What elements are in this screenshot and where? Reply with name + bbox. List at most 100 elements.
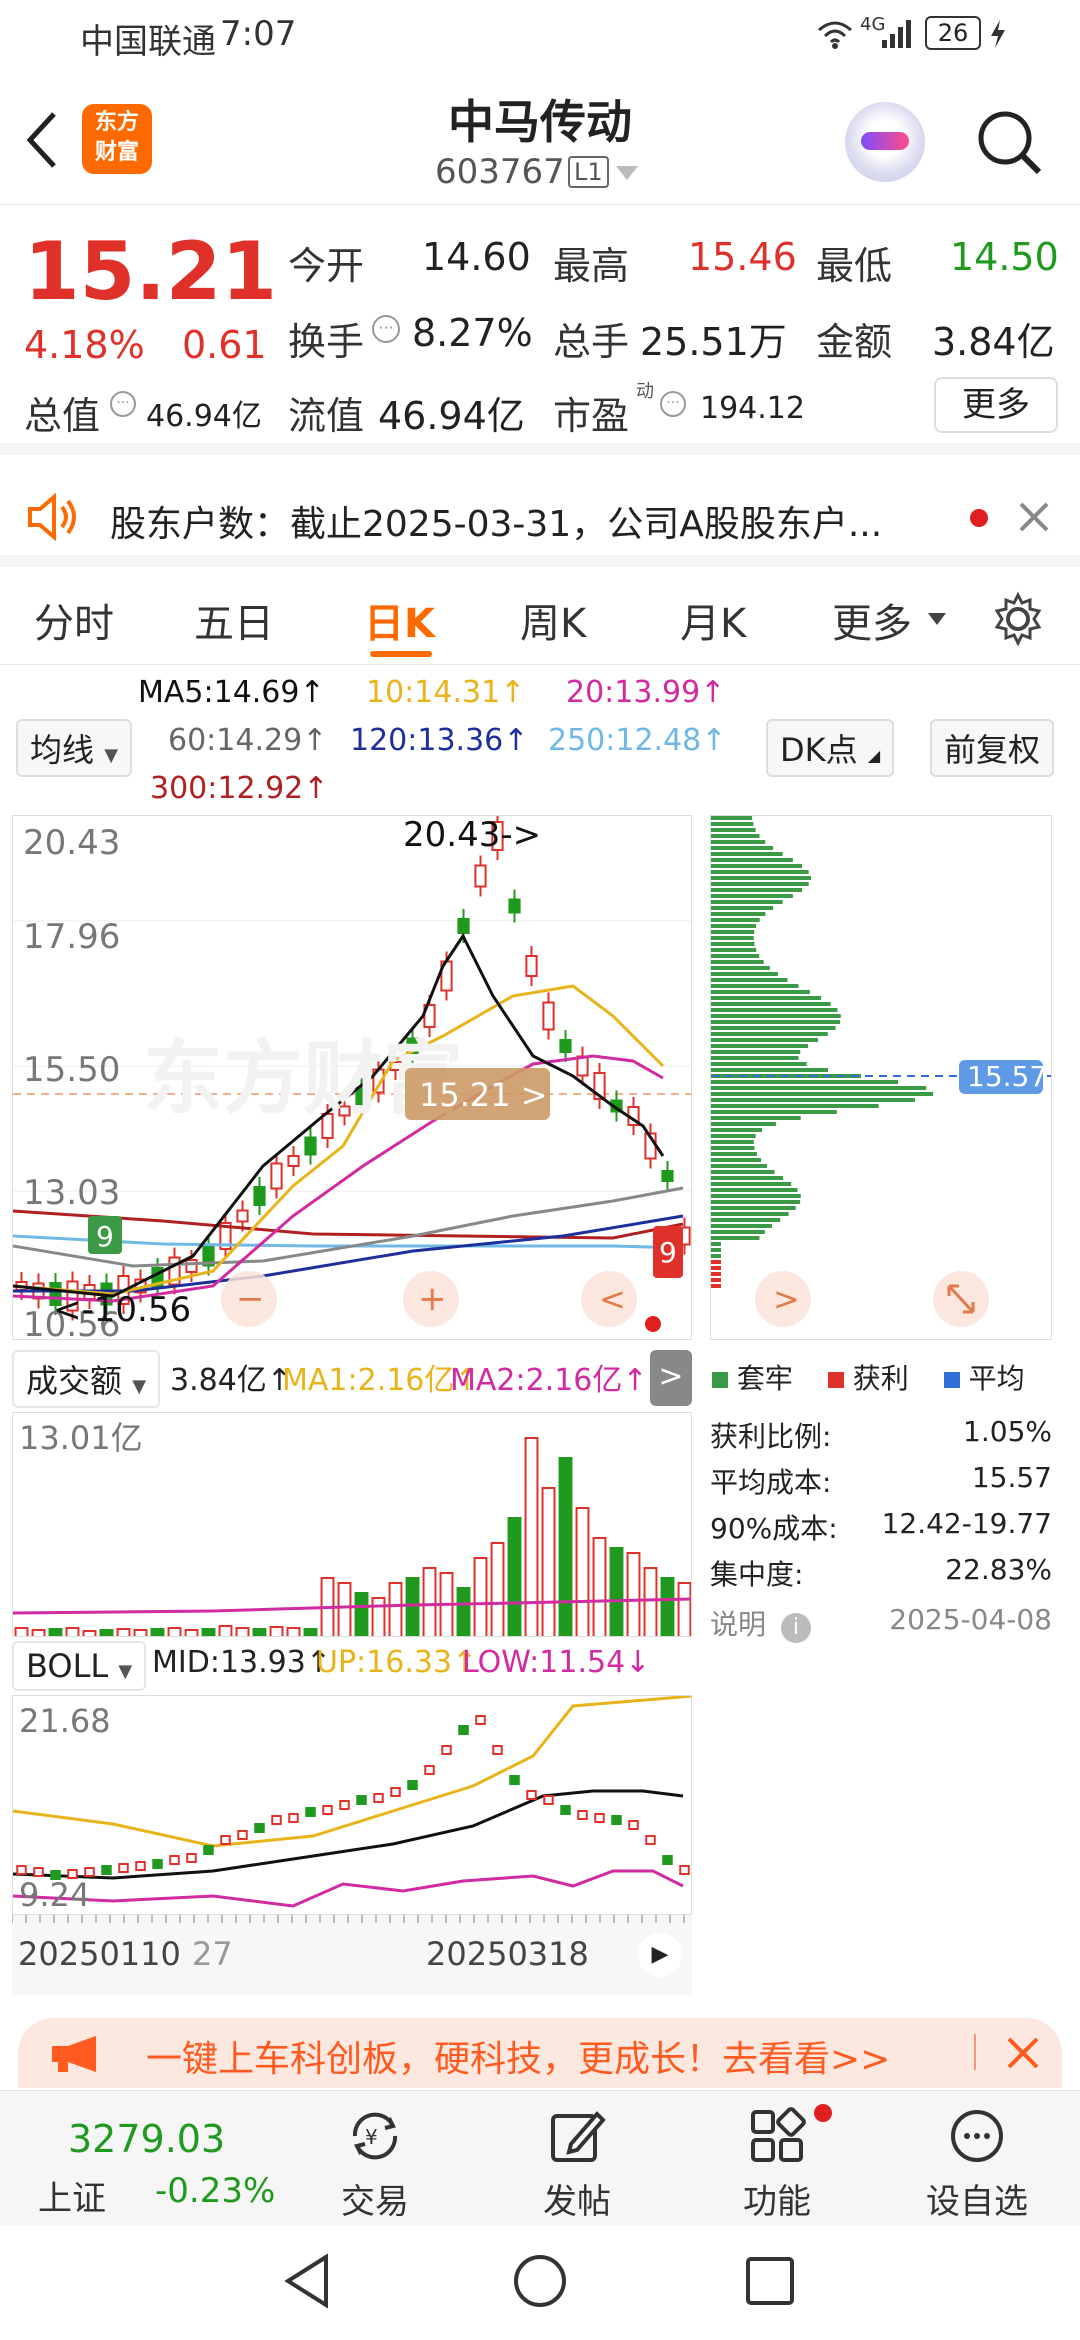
chip-bar <box>711 990 810 994</box>
nav-post[interactable]: 发帖 <box>512 2106 642 2223</box>
last-price: 15.21 <box>24 225 278 318</box>
nav-functions-label: 功能 <box>743 2182 811 2222</box>
volume-bar <box>541 1487 556 1636</box>
chip-bar <box>711 1020 841 1024</box>
kline-panel[interactable]: 20.43 17.96 15.50 13.03 10.56 20.43-> <-… <box>12 815 692 1340</box>
boll-candle <box>118 1863 129 1873</box>
index-name[interactable]: 上证 <box>38 2171 106 2220</box>
open-value: 14.60 <box>422 235 531 279</box>
adjust-button[interactable]: 前复权 <box>930 719 1055 777</box>
tab-weekly-k[interactable]: 周K <box>520 591 586 649</box>
info-icon[interactable]: ··· <box>372 315 400 343</box>
indicator-select[interactable]: 均线 ▼ <box>16 719 133 777</box>
tab-five-day[interactable]: 五日 <box>194 591 274 649</box>
volume-bar <box>14 1627 29 1636</box>
chip-bar <box>711 1098 916 1102</box>
volume-chart: 13.01亿 <box>13 1419 691 1636</box>
chip-bar <box>711 1014 841 1018</box>
chip-bar <box>711 1146 755 1150</box>
nav-trade[interactable]: ¥ 交易 <box>310 2106 440 2223</box>
volume-bar <box>592 1537 607 1636</box>
index-change[interactable]: -0.23% <box>155 2171 275 2211</box>
clock: 7:07 <box>220 14 297 54</box>
boll-candle <box>543 1795 554 1805</box>
chip-bar <box>711 1038 819 1042</box>
settings-gear-icon[interactable] <box>990 591 1046 647</box>
volume-bar <box>473 1557 488 1636</box>
high-label: 最高 <box>553 244 630 288</box>
home-circle-icon[interactable] <box>512 2253 568 2309</box>
more-circle-icon <box>951 2110 1003 2162</box>
notice-bar[interactable]: 股东户数：截止2025-03-31，公司A股股东户... <box>0 467 1080 567</box>
close-icon[interactable] <box>1006 2036 1040 2070</box>
boll-panel[interactable]: 21.68 9.24 <box>12 1695 692 1915</box>
volume-y-label: 13.01亿 <box>19 1419 143 1457</box>
promo-banner[interactable]: 一键上车科创板，硬科技，更成长！去看看>> <box>18 2018 1062 2088</box>
charging-icon <box>991 20 1005 48</box>
dropdown-icon <box>928 613 946 625</box>
volume-panel[interactable]: 13.01亿 <box>12 1412 692 1637</box>
promo-text: 一键上车科创板，硬科技，更成长！去看看>> <box>146 2039 891 2080</box>
chip-bar <box>711 864 803 868</box>
chip-bar <box>711 1272 721 1276</box>
dk-point-button[interactable]: DK点 ◢ <box>766 719 895 777</box>
volume-value: 3.84亿↑ <box>170 1363 292 1398</box>
play-icon[interactable]: ▶ <box>638 1933 682 1977</box>
boll-candle <box>305 1807 316 1817</box>
boll-candle <box>679 1865 690 1875</box>
volume-bar <box>422 1567 437 1636</box>
volume-bar <box>337 1582 352 1636</box>
back-icon[interactable] <box>22 110 62 170</box>
boll-candle <box>288 1813 299 1823</box>
chip-bar <box>711 1170 775 1174</box>
chip-bar <box>711 1182 792 1186</box>
cost-tag: 15.57 <box>967 1060 1047 1093</box>
price-tag[interactable]: 15.21 > <box>419 1076 548 1114</box>
chip-note-row: 说明 i 2025-04-08 <box>710 1603 1052 1653</box>
candle-body <box>525 955 538 977</box>
info-icon[interactable]: ··· <box>110 391 136 417</box>
mktcap-value: 46.94亿 <box>146 399 262 434</box>
wifi-icon <box>818 21 852 49</box>
header: 东方 财富 中马传动 603767 L1 <box>0 70 1080 205</box>
tab-daily-k[interactable]: 日K <box>364 591 435 649</box>
indicator-select-label: 均线 <box>30 731 95 769</box>
note-label[interactable]: 说明 <box>710 1608 766 1641</box>
recents-square-icon[interactable] <box>744 2255 796 2307</box>
back-triangle-icon[interactable] <box>282 2253 332 2309</box>
robot-assistant-icon[interactable] <box>845 102 925 182</box>
info-icon[interactable]: i <box>780 1613 811 1643</box>
search-icon[interactable] <box>975 108 1045 178</box>
candle-body <box>508 898 521 914</box>
dropdown-icon: ▼ <box>104 745 119 766</box>
more-button[interactable]: 更多 <box>934 377 1058 433</box>
level-badge: L1 <box>568 156 609 188</box>
index-value[interactable]: 3279.03 <box>68 2117 225 2161</box>
nav-add-watchlist[interactable]: 设自选 <box>912 2106 1042 2223</box>
boll-candle <box>84 1867 95 1877</box>
volume-bar <box>371 1597 386 1636</box>
tab-minute[interactable]: 分时 <box>34 591 114 649</box>
x-label-start-b: 27 <box>192 1935 233 1973</box>
close-icon[interactable] <box>1018 501 1050 533</box>
chip-distribution-panel[interactable]: 15.57 > <box>710 815 1052 1340</box>
volume-indicator-select[interactable]: 成交额 ▼ <box>12 1350 161 1408</box>
chip-bar <box>711 978 788 982</box>
nav-functions[interactable]: 功能 <box>712 2104 842 2223</box>
app-logo[interactable]: 东方 财富 <box>82 104 152 174</box>
change-percent: 4.18% <box>24 323 145 367</box>
boll-candle <box>373 1793 384 1803</box>
indicator-next-button[interactable]: > <box>650 1350 692 1406</box>
boll-indicator-select[interactable]: BOLL ▼ <box>12 1641 147 1691</box>
ma10-label: 10:14.31↑ <box>366 675 526 710</box>
boll-candle <box>322 1805 333 1815</box>
tab-more[interactable]: 更多 <box>832 591 912 649</box>
chip-bar <box>711 1026 836 1030</box>
info-icon[interactable]: ··· <box>660 391 686 417</box>
ma120-label: 120:13.36↑ <box>350 723 529 758</box>
x-label-mid: 20250318 <box>426 1935 589 1973</box>
volume-bar <box>354 1592 369 1636</box>
dropdown-icon[interactable] <box>616 166 638 180</box>
status-bar: 中国联通 7:07 4G 26 <box>0 0 1080 70</box>
tab-monthly-k[interactable]: 月K <box>680 591 746 649</box>
